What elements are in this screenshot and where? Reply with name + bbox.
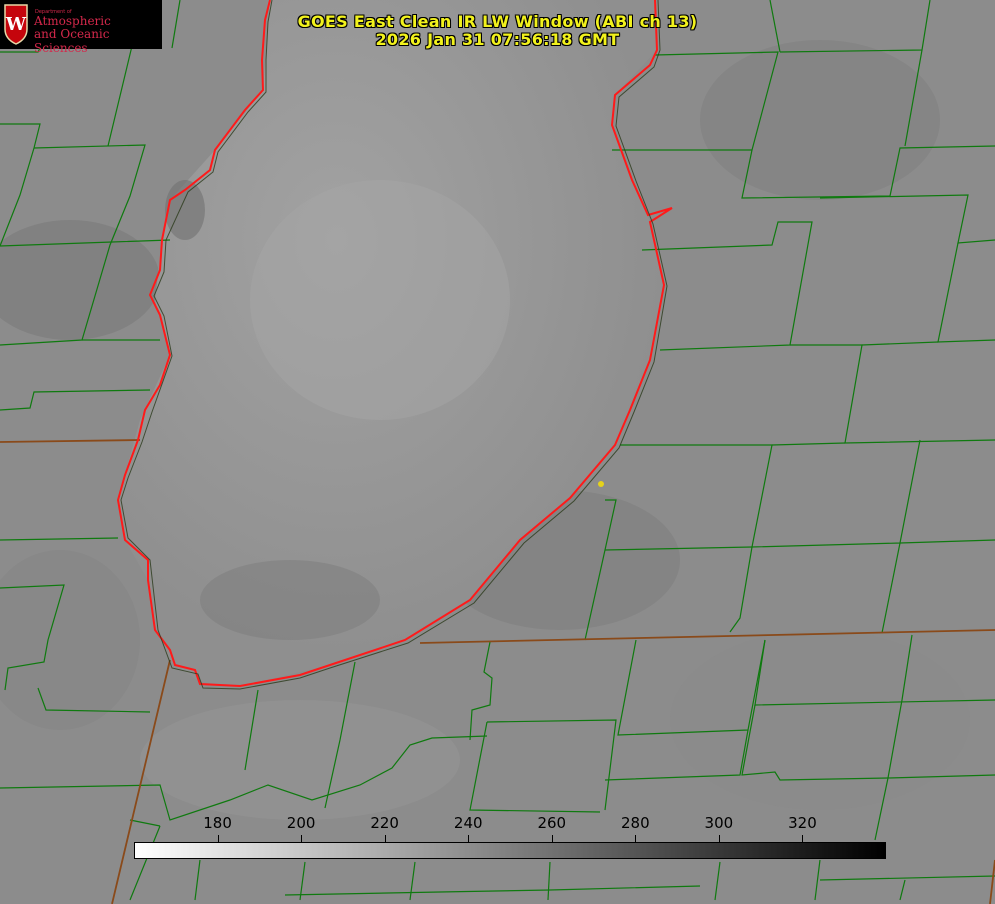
colorbar-tick-mark [217, 835, 219, 842]
colorbar-tick-mark [301, 835, 303, 842]
cloud-band [700, 40, 940, 200]
cloud-band [670, 630, 970, 810]
colorbar-tick-label: 320 [788, 814, 817, 832]
marker-dot [598, 481, 604, 487]
colorbar-tick-mark [802, 835, 804, 842]
image-title: GOES East Clean IR LW Window (ABI ch 13) [297, 12, 698, 31]
image-timestamp: 2026 Jan 31 07:56:18 GMT [375, 30, 620, 49]
ir-map [0, 0, 995, 904]
cloud-band [250, 180, 510, 420]
colorbar-tick-label: 180 [203, 814, 232, 832]
colorbar-tick-mark [384, 835, 386, 842]
cloud-band [140, 700, 460, 820]
colorbar-tick-label: 280 [621, 814, 650, 832]
colorbar-tick-mark [551, 835, 553, 842]
colorbar-tick-mark [718, 835, 720, 842]
colorbar-tick-label: 300 [704, 814, 734, 832]
satellite-image: W Department of Atmospheric and Oceanic … [0, 0, 995, 904]
colorbar-tick-mark [635, 835, 637, 842]
colorbar-tick-label: 220 [370, 814, 399, 832]
colorbar-tick-label: 260 [537, 814, 567, 832]
colorbar-tick-mark [468, 835, 470, 842]
colorbar-tick-label: 200 [286, 814, 316, 832]
colorbar [134, 842, 886, 859]
colorbar-tick-label: 240 [453, 814, 483, 832]
cloud-band [200, 560, 380, 640]
